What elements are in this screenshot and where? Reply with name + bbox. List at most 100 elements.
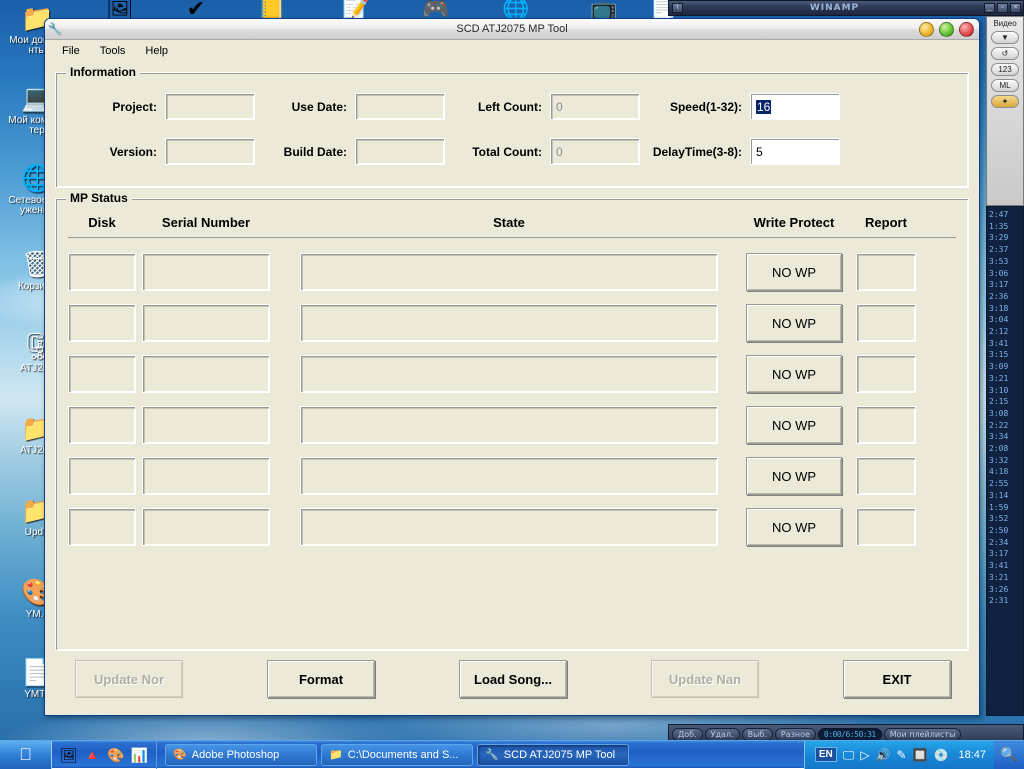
playlist-item-time[interactable]: 2:47 (989, 209, 1023, 221)
format-button[interactable]: Format (267, 660, 375, 698)
report-cell[interactable] (856, 406, 916, 444)
exit-button[interactable]: EXIT (843, 660, 951, 698)
maximize-button[interactable] (939, 22, 954, 37)
state-cell[interactable] (300, 304, 718, 342)
chart-icon[interactable]: 📊 (131, 747, 148, 763)
report-cell[interactable] (856, 355, 916, 393)
winamp-playlist[interactable]: 2:471:353:292:373:533:06 3:17 2:363:183:04… (986, 206, 1024, 716)
volume-icon[interactable]: 🔊 (876, 748, 891, 762)
write-protect-button[interactable]: NO WP (746, 457, 842, 495)
language-indicator[interactable]: EN (815, 747, 837, 762)
playlist-item-time[interactable]: 2:34 (989, 537, 1023, 549)
clock[interactable]: 18:47 (954, 749, 986, 761)
playlist-add-button[interactable]: Доб. (672, 728, 703, 741)
state-cell[interactable] (300, 253, 718, 291)
state-cell[interactable] (300, 508, 718, 546)
project-input[interactable] (165, 93, 255, 120)
winamp-skin-icon[interactable]: ✦ (991, 95, 1019, 108)
update-nan-button[interactable]: Update Nan (651, 660, 759, 698)
triangle-icon[interactable]: 🔺 (84, 747, 101, 763)
delay-time-input[interactable]: 5 (750, 138, 840, 165)
disk-cell[interactable] (68, 304, 136, 342)
serial-number-cell[interactable] (142, 253, 270, 291)
playlist-item-time[interactable]: 2:08 (989, 443, 1023, 455)
playlist-item-time[interactable]: 3:53 (989, 256, 1023, 268)
playlist-item-time[interactable]: 1:59 (989, 502, 1023, 514)
playlist-item-time[interactable]: 3:06 (989, 268, 1023, 280)
playlist-item-time[interactable]: 2:36 (989, 291, 1023, 303)
write-protect-button[interactable]: NO WP (746, 304, 842, 342)
minimize-button[interactable] (919, 22, 934, 37)
write-protect-button[interactable]: NO WP (746, 355, 842, 393)
playlist-item-time[interactable]: 3:41 (989, 560, 1023, 572)
playlist-item-time[interactable]: 2:37 (989, 244, 1023, 256)
winamp-shade-icon[interactable]: ▫ (997, 3, 1008, 13)
winamp-close-icon[interactable]: × (1010, 3, 1021, 13)
disk-cell[interactable] (68, 355, 136, 393)
serial-number-cell[interactable] (142, 457, 270, 495)
disk-cell[interactable] (68, 253, 136, 291)
winamp-media-library-button[interactable]: ML (991, 79, 1019, 92)
playlist-item-time[interactable]: 2:22 (989, 420, 1023, 432)
menu-tools[interactable]: Tools (91, 43, 135, 59)
pencil-icon[interactable]: ✎ (897, 748, 907, 762)
playlist-item-time[interactable]: 3:18 (989, 303, 1023, 315)
playlist-item-time[interactable]: 3:34 (989, 431, 1023, 443)
load-song-button[interactable]: Load Song... (459, 660, 567, 698)
winamp-menu-icon[interactable]: \ (672, 3, 683, 13)
media-icon[interactable]: 🖼 (60, 747, 78, 763)
state-cell[interactable] (300, 457, 718, 495)
serial-number-cell[interactable] (142, 508, 270, 546)
playlist-item-time[interactable]: 3:09 (989, 361, 1023, 373)
playlist-item-time[interactable]: 3:04 (989, 314, 1023, 326)
report-cell[interactable] (856, 457, 916, 495)
serial-number-cell[interactable] (142, 355, 270, 393)
state-cell[interactable] (300, 355, 718, 393)
menu-help[interactable]: Help (136, 43, 177, 59)
playlist-item-time[interactable]: 3:26 (989, 584, 1023, 596)
disk-cell[interactable] (68, 508, 136, 546)
speed-input[interactable]: 16 (750, 93, 840, 120)
playlist-item-time[interactable]: 3:21 (989, 572, 1023, 584)
playlist-remove-button[interactable]: Удал. (705, 728, 740, 741)
start-button[interactable]:  (0, 741, 52, 769)
update-nor-button[interactable]: Update Nor (75, 660, 183, 698)
disk-cell[interactable] (68, 406, 136, 444)
photoshop-icon[interactable]: 🎨 (107, 747, 124, 763)
playlist-item-time[interactable]: 2:15 (989, 396, 1023, 408)
taskbar-item-mp-tool[interactable]: 🔧 SCD ATJ2075 MP Tool (477, 744, 629, 766)
playlist-misc-button[interactable]: Разное (775, 728, 816, 741)
playlist-item-time[interactable]: 2:50 (989, 525, 1023, 537)
playlist-item-time[interactable]: 3:29 (989, 232, 1023, 244)
window-titlebar[interactable]: 🔧 SCD ATJ2075 MP Tool (45, 19, 979, 40)
playlist-item-time[interactable]: 3:14 (989, 490, 1023, 502)
search-icon[interactable]: 🔍 (994, 741, 1024, 769)
use-date-input[interactable] (355, 93, 445, 120)
serial-number-cell[interactable] (142, 304, 270, 342)
winamp-numbers-button[interactable]: 123 (991, 63, 1019, 76)
taskbar-item-explorer[interactable]: 📁 C:\Documents and S... (321, 744, 473, 766)
playlist-item-time[interactable]: 3:17 (989, 548, 1023, 560)
winamp-video-panel[interactable]: Видео ▼ ↺ 123 ML ✦ (986, 16, 1024, 206)
serial-number-cell[interactable] (142, 406, 270, 444)
menu-file[interactable]: File (53, 43, 89, 59)
playlist-item-time[interactable]: 3:32 (989, 455, 1023, 467)
close-button[interactable] (959, 22, 974, 37)
version-input[interactable] (165, 138, 255, 165)
playlist-item-time[interactable]: 1:35 (989, 221, 1023, 233)
playlist-item-time[interactable]: 3:41 (989, 338, 1023, 350)
report-cell[interactable] (856, 508, 916, 546)
winamp-repeat-button[interactable]: ↺ (991, 47, 1019, 60)
play-icon[interactable]: ▷ (860, 748, 869, 762)
winamp-minimize-icon[interactable]: _ (984, 3, 995, 13)
playlist-item-time[interactable]: 2:31 (989, 595, 1023, 607)
playlist-item-time[interactable]: 3:52 (989, 513, 1023, 525)
playlist-item-time[interactable]: 4:18 (989, 466, 1023, 478)
write-protect-button[interactable]: NO WP (746, 406, 842, 444)
playlist-item-time[interactable]: 3:15 (989, 349, 1023, 361)
report-cell[interactable] (856, 253, 916, 291)
winamp-titlebar[interactable]: \ WINAMP _ ▫ × (668, 0, 1024, 16)
disk-cell[interactable] (68, 457, 136, 495)
build-date-input[interactable] (355, 138, 445, 165)
write-protect-button[interactable]: NO WP (746, 253, 842, 291)
